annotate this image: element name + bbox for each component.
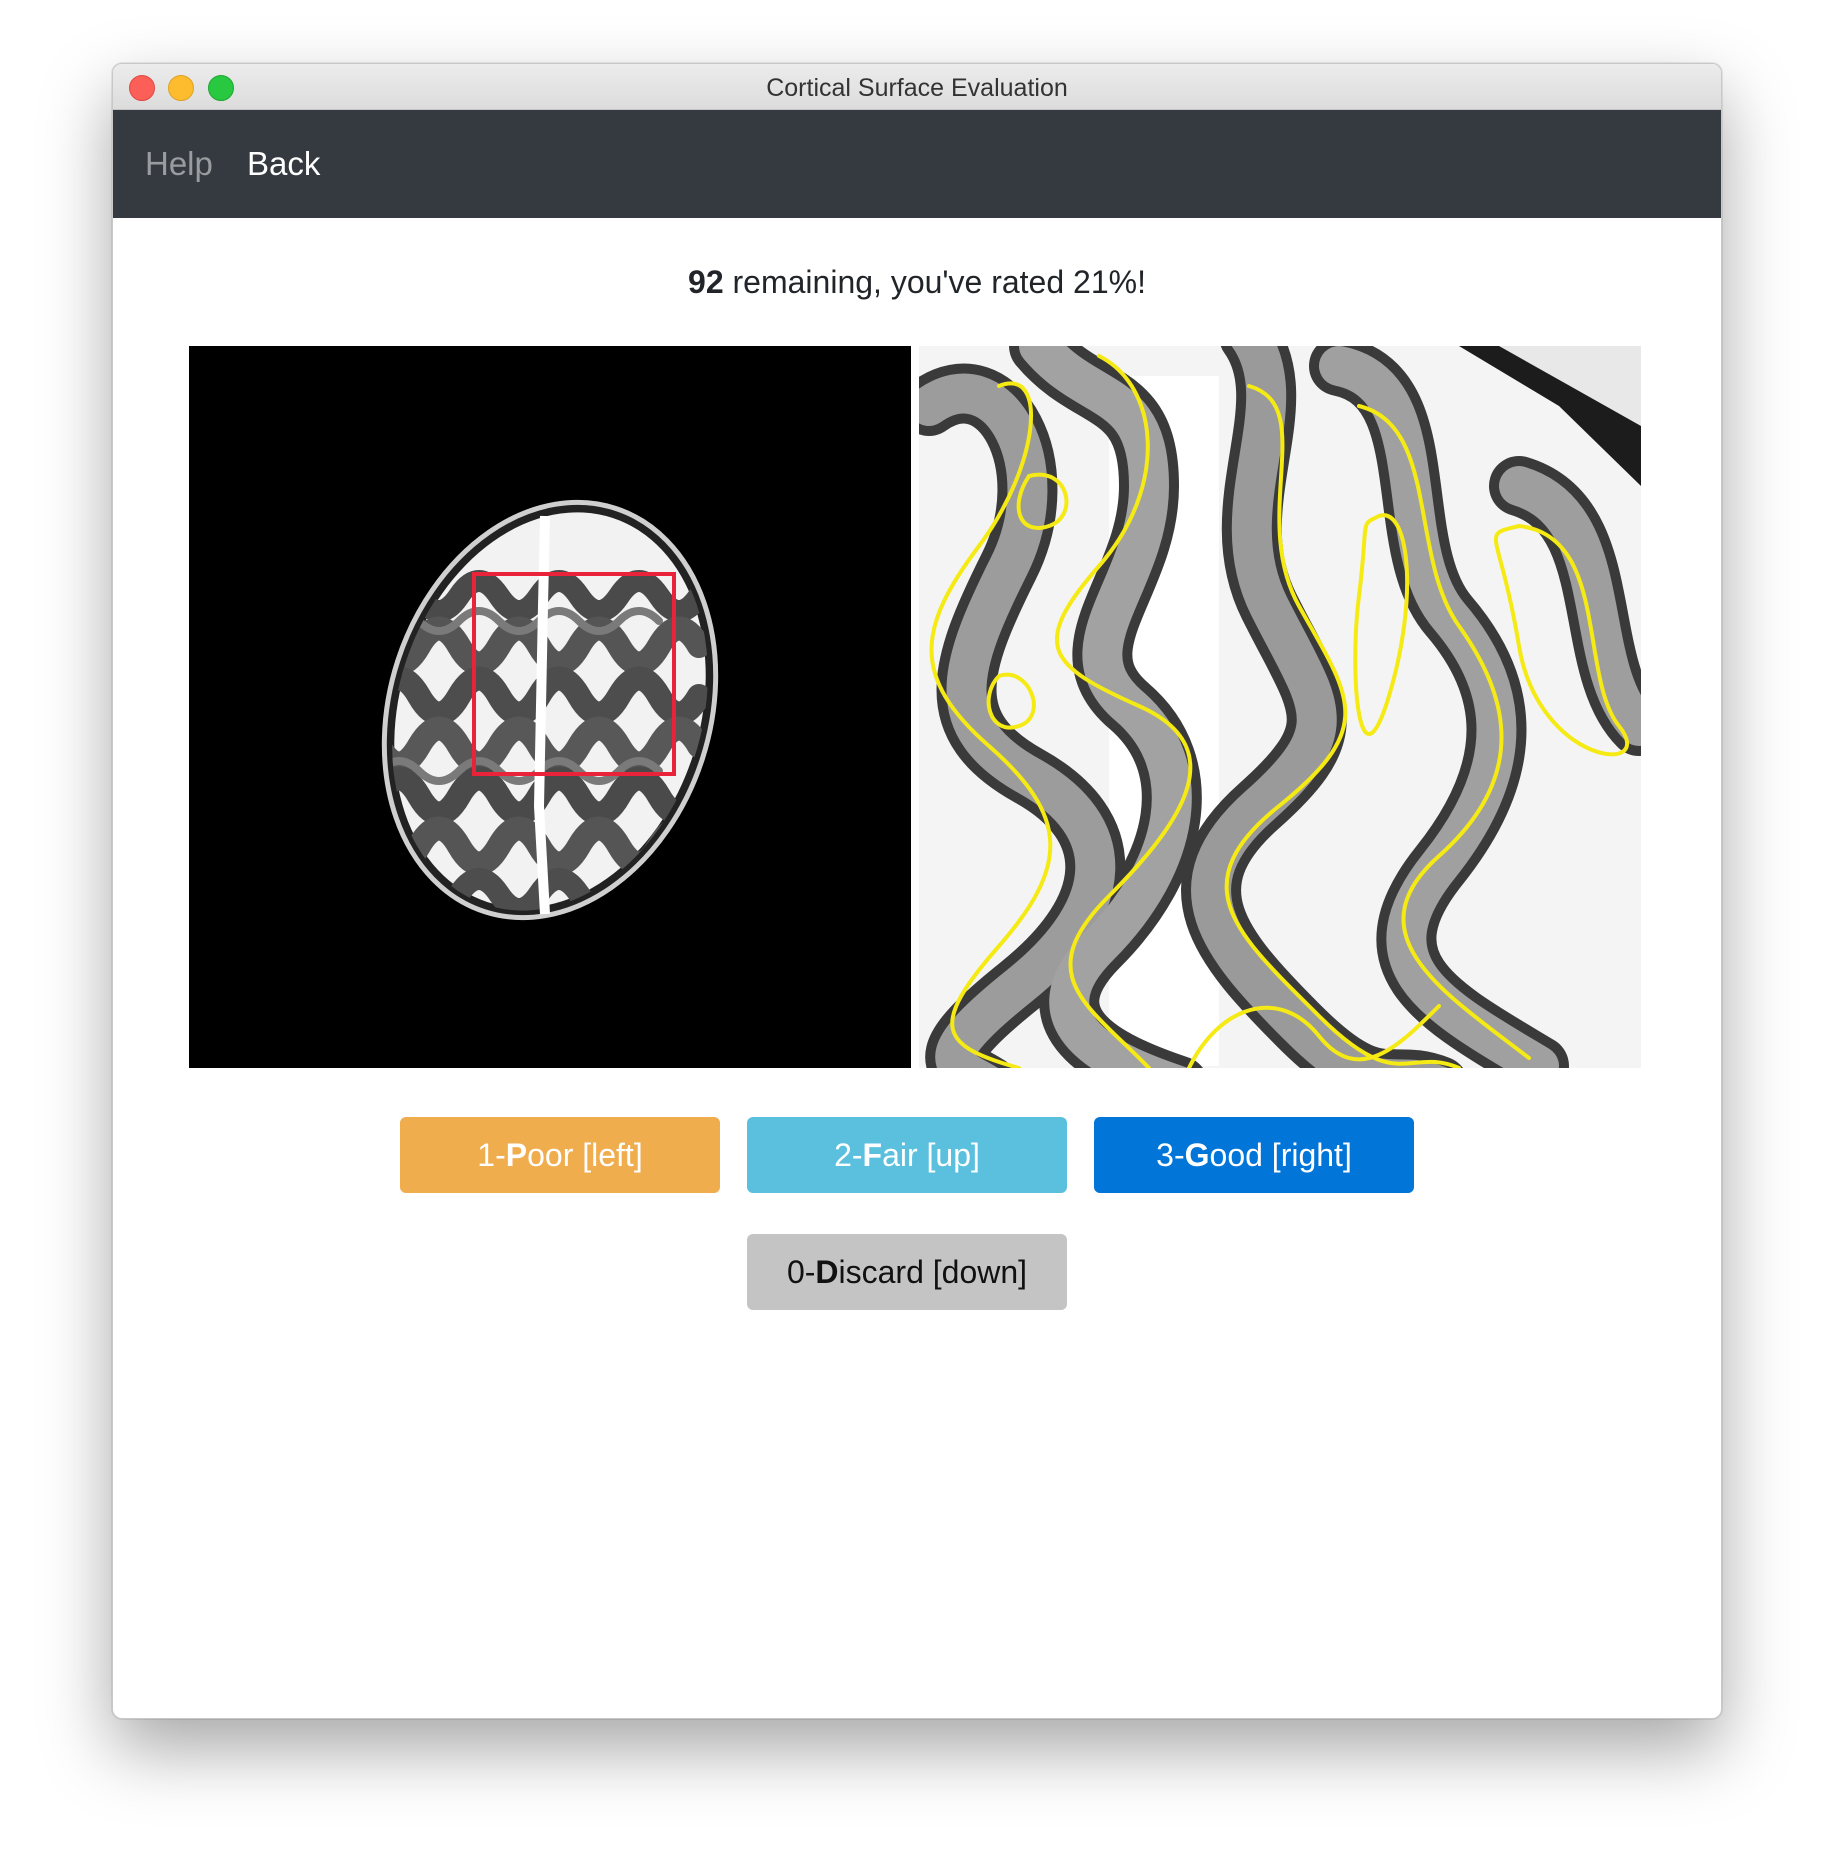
discard-prefix: 0- <box>786 1253 816 1290</box>
poor-prefix: 1- <box>477 1136 506 1173</box>
good-label: ood [right] <box>1209 1136 1352 1173</box>
navbar: Help Back <box>113 110 1721 218</box>
poor-hotkey: P <box>505 1136 528 1173</box>
discard-label: iscard [down] <box>838 1253 1028 1290</box>
discard-hotkey: D <box>815 1253 839 1290</box>
rate-fair-button[interactable]: 2- Fair [up] <box>747 1117 1067 1193</box>
fair-label: air [up] <box>882 1136 980 1173</box>
brain-overview-image <box>189 346 911 1068</box>
poor-label: oor [left] <box>527 1136 643 1173</box>
remaining-count: 92 <box>688 264 724 300</box>
app-window: Cortical Surface Evaluation Help Back 92… <box>112 63 1722 1719</box>
back-link[interactable]: Back <box>247 145 320 183</box>
window-title: Cortical Surface Evaluation <box>766 74 1068 102</box>
good-hotkey: G <box>1184 1136 1210 1173</box>
progress-status: 92 remaining, you've rated 21%! <box>113 264 1721 301</box>
good-prefix: 3- <box>1156 1136 1185 1173</box>
title-bar[interactable]: Cortical Surface Evaluation <box>113 64 1721 110</box>
rate-poor-button[interactable]: 1- Poor [left] <box>400 1117 720 1193</box>
discard-button[interactable]: 0- Discard [down] <box>747 1234 1067 1310</box>
progress-text: remaining, you've rated 21%! <box>723 264 1146 300</box>
fair-prefix: 2- <box>834 1136 863 1173</box>
fair-hotkey: F <box>862 1136 883 1173</box>
zoomed-surface-image <box>919 346 1641 1068</box>
rate-good-button[interactable]: 3- Good [right] <box>1094 1117 1414 1193</box>
help-link[interactable]: Help <box>145 145 213 183</box>
